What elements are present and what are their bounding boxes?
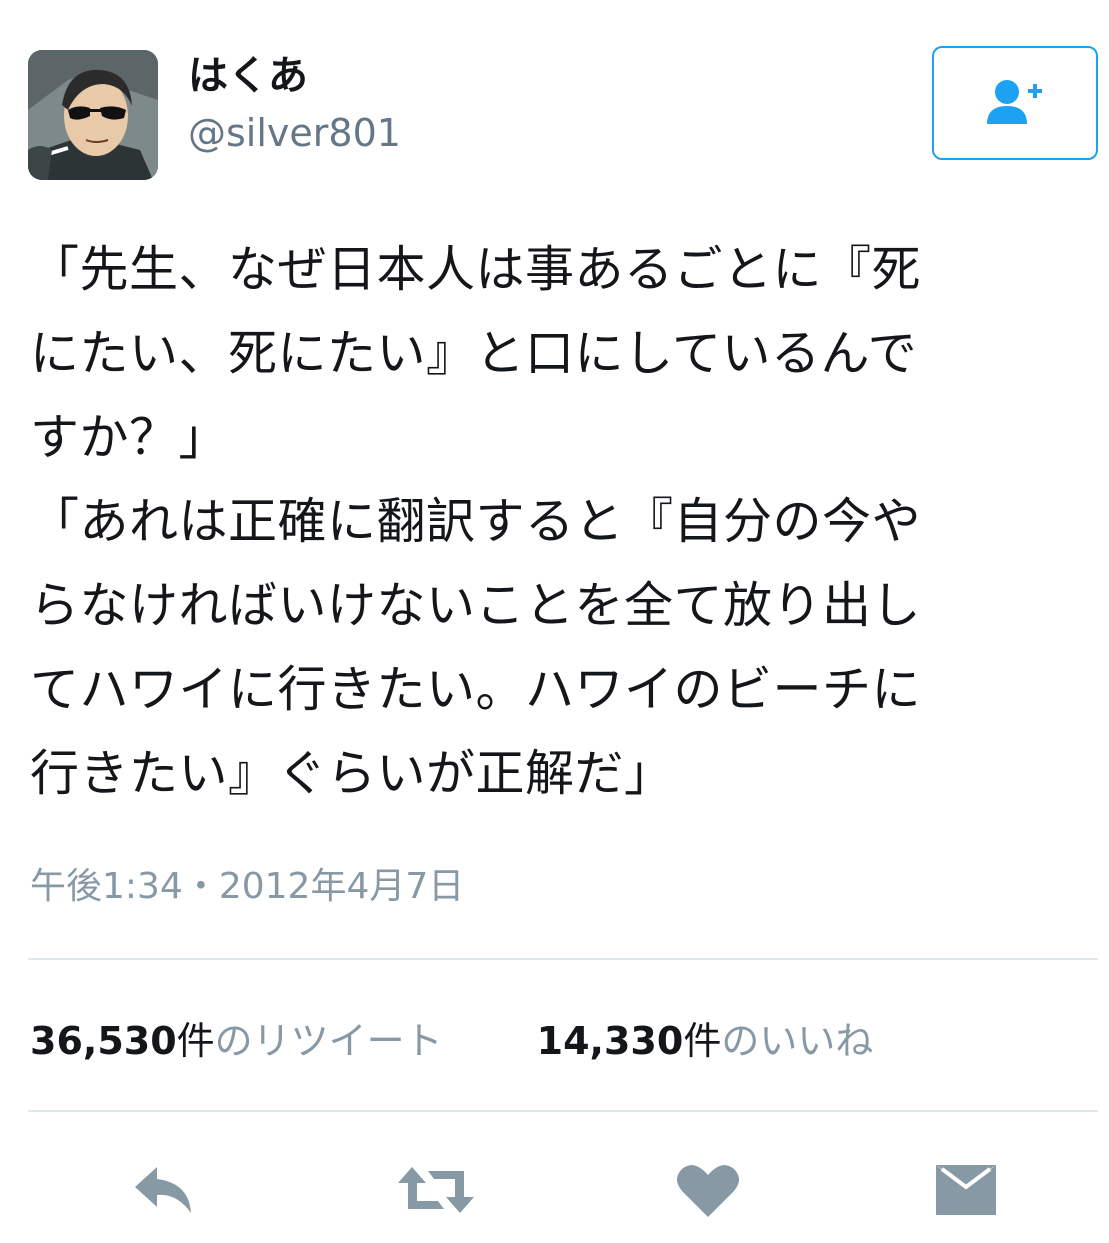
reply-button[interactable] — [124, 1150, 204, 1230]
tweet-timestamp[interactable]: 午後1:34・2012年4月7日 — [30, 862, 464, 912]
tweet-header: はくあ @silver801 — [28, 46, 1098, 182]
heart-icon — [677, 1165, 739, 1217]
tweet-text: 「先生、なぜ日本人は事あるごとに『死 にたい、死にたい』と口にしているんで すか… — [30, 228, 1075, 816]
follow-user-icon — [987, 80, 1042, 124]
tweet-stats: 36,530 件のリツイート 14,330 件のいいね — [30, 1010, 873, 1066]
retweet-count[interactable]: 36,530 件のリツイート — [30, 1010, 443, 1065]
tweet-text-line: すか？」 — [30, 409, 229, 466]
reply-icon — [135, 1167, 191, 1213]
tweet-text-line: にたい、死にたい』と口にしているんで — [30, 325, 918, 382]
retweet-icon — [398, 1167, 474, 1213]
retweet-count-number: 36,530 — [30, 1019, 177, 1063]
retweet-count-label: のリツイート — [214, 1019, 443, 1063]
display-name[interactable]: はくあ — [188, 52, 401, 100]
user-handle[interactable]: @silver801 — [188, 108, 401, 158]
tweet-text-line: 「先生、なぜ日本人は事あるごとに『死 — [30, 241, 922, 298]
tweet-detail: はくあ @silver801 「先生、なぜ日本人は事あるごとに『死 にたい、死に… — [0, 0, 1109, 1243]
like-button[interactable] — [668, 1150, 748, 1230]
user-names: はくあ @silver801 — [188, 52, 401, 158]
retweet-button[interactable] — [396, 1150, 476, 1230]
divider — [28, 958, 1098, 960]
like-count-unit: 件 — [683, 1019, 722, 1063]
like-count-number: 14,330 — [536, 1019, 684, 1063]
envelope-icon — [936, 1165, 996, 1215]
follow-button[interactable] — [932, 46, 1098, 160]
tweet-text-line: てハワイに行きたい。ハワイのビーチに — [30, 661, 922, 718]
tweet-text-line: 「あれは正確に翻訳すると『自分の今や — [30, 493, 922, 550]
tweet-actions — [0, 1150, 1109, 1230]
tweet-text-line: らなければいけないことを全て放り出し — [30, 577, 922, 634]
tweet-text-line: 行きたい』ぐらいが正解だ」 — [30, 745, 674, 802]
message-button[interactable] — [926, 1150, 1006, 1230]
like-count[interactable]: 14,330 件のいいね — [537, 1010, 874, 1065]
like-count-label: のいいね — [721, 1019, 874, 1063]
retweet-count-unit: 件 — [176, 1019, 215, 1063]
avatar-image — [28, 50, 158, 180]
divider — [28, 1110, 1098, 1112]
avatar[interactable] — [28, 50, 158, 180]
